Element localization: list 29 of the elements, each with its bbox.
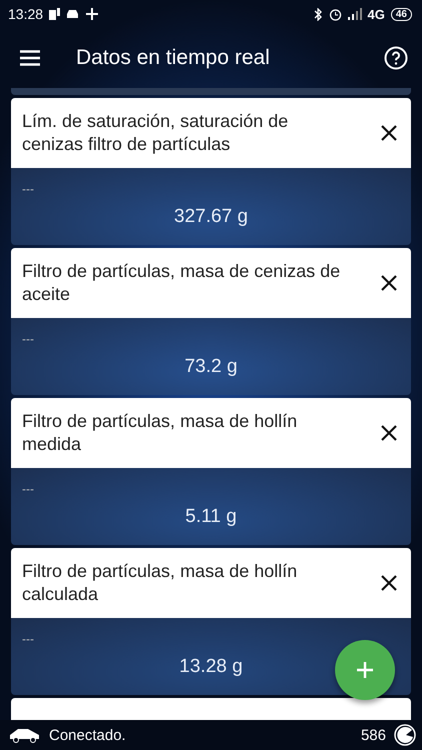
- range-label: ---: [22, 332, 34, 346]
- menu-icon[interactable]: [20, 50, 40, 66]
- close-icon[interactable]: [381, 125, 397, 141]
- clock: 13:28: [8, 6, 44, 22]
- parameter-name: Lím. de saturación, saturación de cenizas filtro de partículas: [22, 110, 290, 156]
- range-label: ---: [22, 482, 34, 496]
- parameter-name: Filtro de partículas, masa de hollín calculada: [22, 560, 298, 606]
- range-label: ---: [22, 182, 34, 196]
- bluetooth-icon: [314, 8, 323, 20]
- close-icon[interactable]: [381, 575, 397, 591]
- connection-status: Conectado.: [49, 726, 126, 744]
- alarm-icon: [328, 8, 342, 20]
- range-label: ---: [22, 632, 34, 646]
- help-icon[interactable]: [384, 46, 408, 70]
- parameter-name: Filtro de partículas, masa de hollín medida: [22, 410, 298, 456]
- battery-level: 46: [390, 8, 412, 20]
- value-reading: 73.2 g: [184, 356, 238, 378]
- screen-title: Datos en tiempo real: [76, 46, 271, 70]
- logo-icon: [394, 724, 416, 746]
- close-icon[interactable]: [381, 425, 397, 441]
- parameter-name: Filtro de partículas, masa de cenizas de aceite: [22, 260, 342, 306]
- network-type: 4G: [368, 6, 385, 22]
- counter: 586: [360, 726, 386, 744]
- signal-icon: [348, 8, 362, 20]
- value-reading: 13.28 g: [179, 656, 243, 678]
- plus-icon: [356, 661, 374, 679]
- value-reading: 5.11 g: [185, 506, 237, 528]
- close-icon[interactable]: [381, 275, 397, 291]
- value-reading: 327.67 g: [174, 206, 248, 228]
